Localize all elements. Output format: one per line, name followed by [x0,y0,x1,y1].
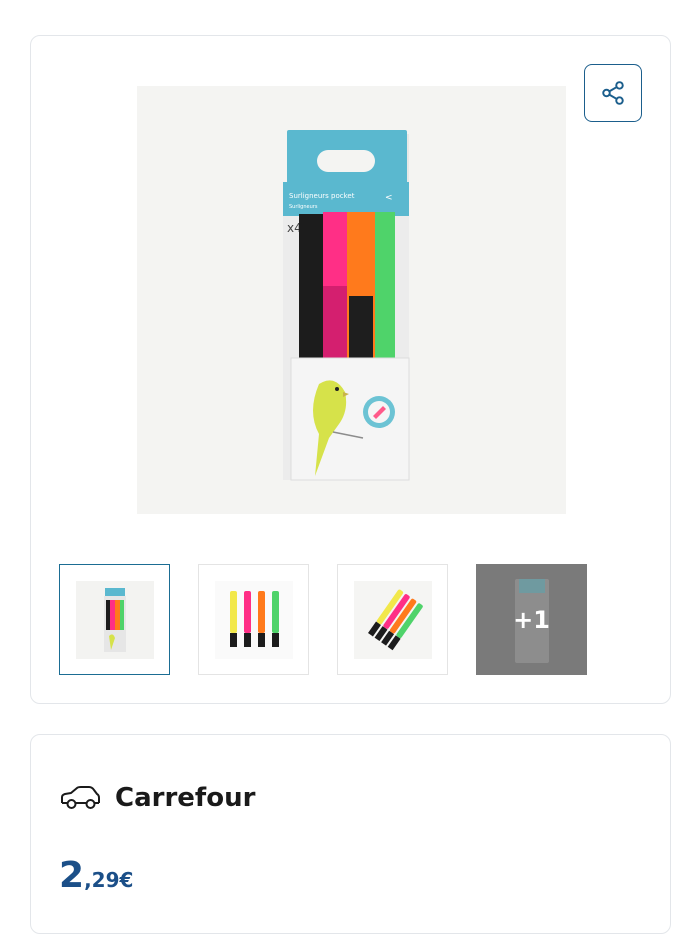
car-icon [61,786,100,809]
share-icon [602,81,624,105]
price-decimal: ,29€ [84,868,134,892]
price-integer: 2 [59,855,85,896]
pack-title-text: Surligneurs pocket [289,192,355,200]
product-gallery-card: Surligneurs pocket Surligneurs < x4 +1 [30,35,671,704]
pack-subtitle-text: Surligneurs [289,204,318,210]
highlighter-pack-illustration: Surligneurs pocket Surligneurs < x4 [283,130,410,481]
thumbnail-pack[interactable] [59,564,170,675]
svg-text:<: < [385,193,393,203]
thumbnail-markers-row[interactable] [198,564,309,675]
price: 2 ,29€ [59,855,133,896]
store-name: Carrefour [115,783,256,813]
thumbnail-markers-angled[interactable] [337,564,448,675]
product-main-image[interactable]: Surligneurs pocket Surligneurs < x4 [137,86,566,514]
share-button[interactable] [584,64,642,122]
offer-card: Carrefour 2 ,29€ [30,734,671,934]
store-row: Carrefour [59,783,255,813]
thumbnail-image [75,580,154,659]
thumbnail-image [353,580,432,659]
thumbnail-more[interactable]: +1 [476,564,587,675]
thumbnail-image [214,580,293,659]
more-images-count: +1 [513,605,550,634]
thumbnail-strip: +1 [59,564,587,675]
